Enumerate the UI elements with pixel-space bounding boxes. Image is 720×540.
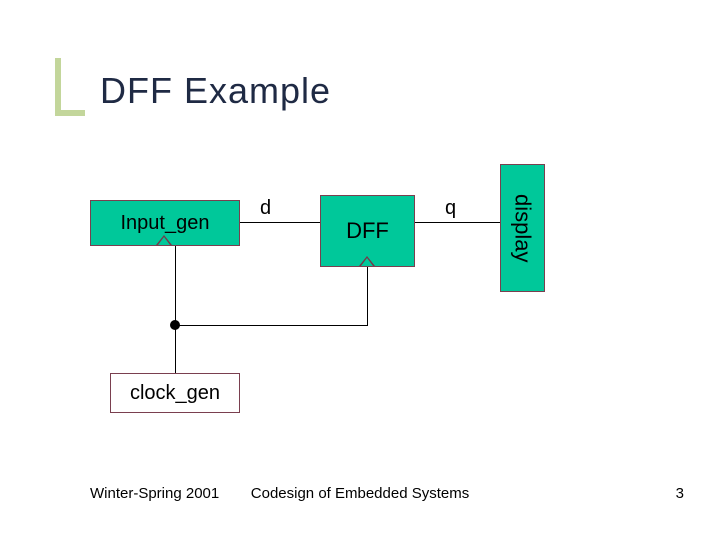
diagram-canvas: Input_gen DFF display clock_gen d q — [0, 0, 720, 540]
block-display: display — [500, 164, 545, 292]
wire-d — [240, 222, 320, 223]
wire-clock-to-inputgen — [175, 246, 176, 325]
wire-clock-to-dff — [367, 267, 368, 325]
clock-port-icon — [359, 256, 375, 266]
block-clock-gen: clock_gen — [110, 373, 240, 413]
block-display-label: display — [510, 194, 536, 262]
block-input-gen-label: Input_gen — [121, 212, 210, 235]
signal-label-q: q — [445, 197, 456, 220]
slide: DFF Example Input_gen DFF display clock_… — [0, 0, 720, 540]
wire-q — [415, 222, 500, 223]
block-dff-label: DFF — [346, 218, 389, 244]
footer-left: Winter-Spring 2001 — [90, 485, 219, 502]
wire-junction-icon — [170, 320, 180, 330]
signal-label-d: d — [260, 197, 271, 220]
clock-port-icon — [156, 235, 172, 245]
wire-clock-vertical-1 — [175, 325, 176, 373]
wire-clock-horizontal — [175, 325, 368, 326]
block-clock-gen-label: clock_gen — [130, 382, 220, 405]
footer-page-number: 3 — [676, 485, 684, 502]
footer-center: Codesign of Embedded Systems — [251, 485, 469, 502]
